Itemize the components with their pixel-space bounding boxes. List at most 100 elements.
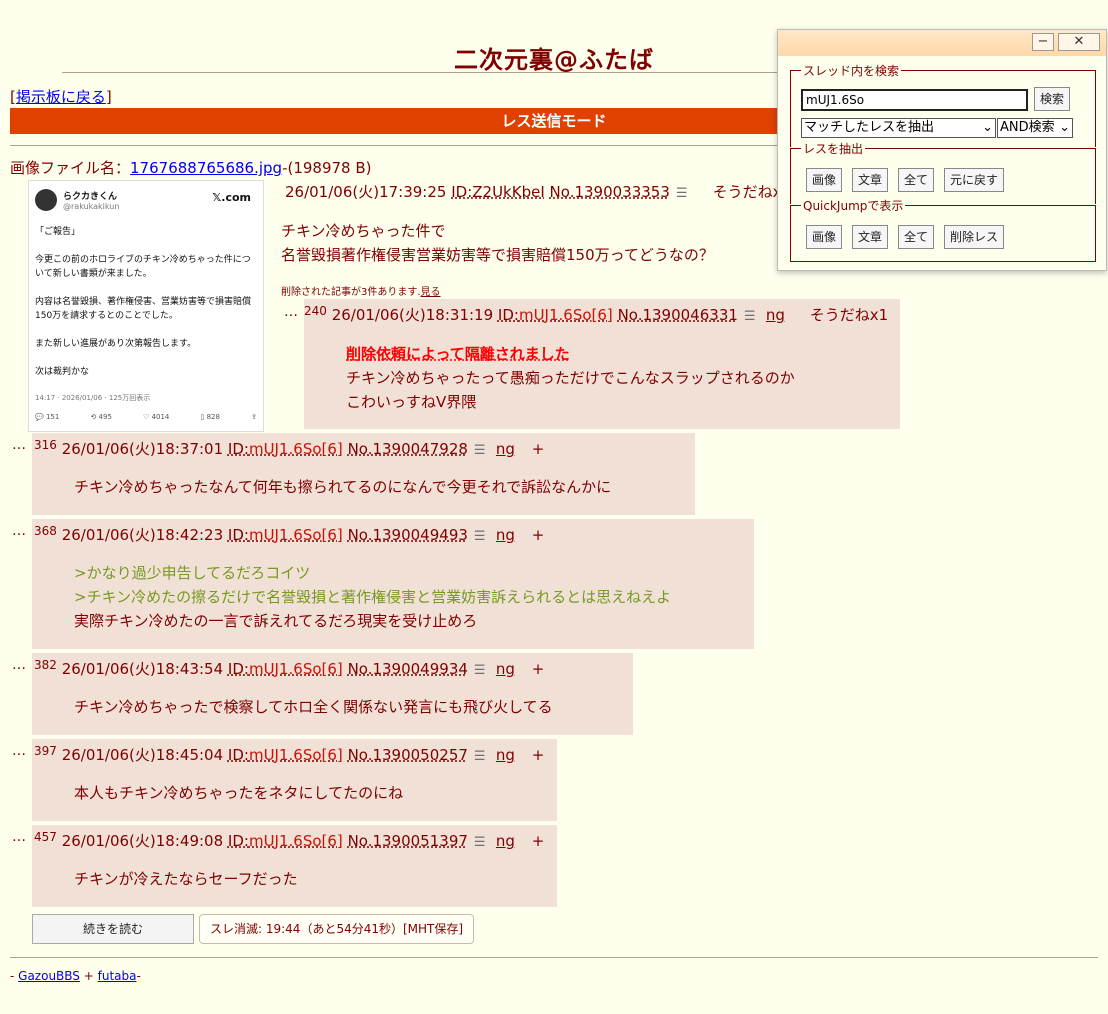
- ng-link[interactable]: ng: [496, 832, 515, 850]
- reply-body: チキン冷めちゃったで検察してホロ全く関係ない発言にも飛び火してる: [74, 695, 553, 719]
- reply-header: 397 26/01/06(火)18:45:04 ID:mUJ1.6So[6] N…: [34, 744, 544, 765]
- back-to-board-link[interactable]: 掲示板に戻る: [16, 88, 106, 106]
- thumb-stats: 💬 151 ⟲ 495 ♡ 4014 ▯ 828 ⇪: [35, 413, 257, 421]
- sodane-plus-button[interactable]: +: [532, 832, 545, 850]
- reply-header: 382 26/01/06(火)18:43:54 ID:mUJ1.6So[6] N…: [34, 658, 544, 679]
- op-body: チキン冷めちゃった件で 名誉毀損著作権侵害営業妨害等で損害賠償150万ってどうな…: [281, 219, 714, 267]
- op-line: チキン冷めちゃった件で: [281, 222, 446, 240]
- quote-line: >チキン冷めたの擦るだけで名誉毀損と著作権侵害と営業妨害訴えられるとは思えねえよ: [74, 588, 672, 606]
- menu-icon[interactable]: ☰: [474, 443, 486, 458]
- extract-fieldset: レスを抽出 画像 文章 全て 元に戻す: [790, 140, 1096, 204]
- jump-image-button[interactable]: 画像: [806, 225, 842, 249]
- reply-no[interactable]: No.1390051397: [348, 832, 468, 850]
- reply-368: 368 26/01/06(火)18:42:23 ID:mUJ1.6So[6] N…: [32, 519, 754, 649]
- x-logo-icon: 𝕏.com: [212, 191, 251, 204]
- op-number[interactable]: No.1390033353: [550, 183, 670, 201]
- jump-deleted-button[interactable]: 削除レス: [944, 225, 1004, 249]
- sodane-button[interactable]: そうだねx1: [810, 306, 888, 324]
- reply-line: チキン冷めちゃったなんて何年も擦られてるのになんで今更それで訴訟なんかに: [74, 478, 612, 496]
- reply-no[interactable]: No.1390047928: [348, 440, 468, 458]
- back-nav: [掲示板に戻る]: [10, 88, 112, 106]
- search-button[interactable]: 検索: [1034, 87, 1070, 111]
- reply-line: こわいっすねV界隈: [346, 393, 477, 411]
- reply-id[interactable]: ID:mUJ1.6So[6]: [228, 660, 343, 678]
- reply-dots: …: [12, 743, 26, 759]
- restore-button[interactable]: 元に戻す: [944, 168, 1004, 192]
- reply-240: 240 26/01/06(火)18:31:19 ID:mUJ1.6So[6] N…: [304, 299, 900, 429]
- share-icon: ⇪: [251, 413, 257, 421]
- ng-link[interactable]: ng: [496, 746, 515, 764]
- reply-id[interactable]: ID:mUJ1.6So[6]: [228, 440, 343, 458]
- ng-link[interactable]: ng: [496, 526, 515, 544]
- reply-number: 457: [34, 830, 57, 844]
- thread-expire-info[interactable]: スレ消滅: 19:44（あと54分41秒）[MHT保存]: [199, 914, 475, 944]
- close-icon[interactable]: ✕: [1058, 33, 1100, 51]
- thumb-meta: 14:17 · 2026/01/06 · 125万回表示: [35, 394, 151, 402]
- file-link[interactable]: 1767688765686.jpg: [130, 159, 282, 177]
- op-id[interactable]: ID:Z2UkKbeI: [451, 183, 545, 201]
- search-fieldset: スレッド内を検索 mUJ1.6So 検索 マッチしたレスを抽出 ⌄ AND検索 ⌄: [790, 62, 1096, 147]
- search-input[interactable]: mUJ1.6So: [801, 89, 1028, 111]
- reply-no[interactable]: No.1390050257: [348, 746, 468, 764]
- chevron-down-icon: ⌄: [982, 120, 993, 135]
- reply-id[interactable]: ID:mUJ1.6So[6]: [228, 526, 343, 544]
- menu-icon[interactable]: ☰: [474, 835, 486, 850]
- deleted-note: 削除された記事が3件あります.見る: [281, 287, 441, 298]
- file-label: 画像ファイル名：: [10, 159, 131, 177]
- ng-link[interactable]: ng: [766, 306, 785, 324]
- reply-number: 397: [34, 744, 57, 758]
- match-mode-select[interactable]: マッチしたレスを抽出 ⌄: [801, 118, 996, 138]
- extract-all-button[interactable]: 全て: [898, 168, 934, 192]
- ng-link[interactable]: ng: [496, 660, 515, 678]
- reply-header: 368 26/01/06(火)18:42:23 ID:mUJ1.6So[6] N…: [34, 524, 544, 545]
- reply-no[interactable]: No.1390046331: [618, 306, 738, 324]
- footer: - GazouBBS + futaba-: [10, 969, 141, 983]
- repost-count: ⟲ 495: [90, 413, 112, 421]
- jump-all-button[interactable]: 全て: [898, 225, 934, 249]
- sodane-plus-button[interactable]: +: [532, 440, 545, 458]
- reply-line: チキンが冷えたならセーフだった: [74, 870, 298, 888]
- extract-image-button[interactable]: 画像: [806, 168, 842, 192]
- reply-id[interactable]: ID:mUJ1.6So[6]: [228, 832, 343, 850]
- show-deleted-link[interactable]: 見る: [421, 287, 441, 298]
- futaba-link[interactable]: futaba: [98, 969, 137, 983]
- read-more-button[interactable]: 続きを読む: [32, 914, 194, 944]
- gazoubbs-link[interactable]: GazouBBS: [18, 969, 80, 983]
- sodane-plus-button[interactable]: +: [532, 660, 545, 678]
- reply-no[interactable]: No.1390049493: [348, 526, 468, 544]
- extract-legend: レスを抽出: [801, 140, 866, 157]
- reply-header: 457 26/01/06(火)18:49:08 ID:mUJ1.6So[6] N…: [34, 830, 544, 851]
- menu-icon[interactable]: ☰: [744, 309, 756, 324]
- reply-number: 316: [34, 438, 57, 452]
- op-thumbnail[interactable]: らクカきくん @rakukakikun 𝕏.com 「ご報告」 今更この前のホロ…: [28, 180, 264, 432]
- reply-header: 240 26/01/06(火)18:31:19 ID:mUJ1.6So[6] N…: [304, 304, 888, 325]
- reply-457: 457 26/01/06(火)18:49:08 ID:mUJ1.6So[6] N…: [32, 825, 557, 907]
- menu-icon[interactable]: ☰: [474, 529, 486, 544]
- thumb-handle: @rakukakikun: [63, 202, 120, 211]
- op-header: 26/01/06(火)17:39:25 ID:Z2UkKbeI No.13900…: [285, 181, 791, 202]
- op-line: 名誉毀損著作権侵害営業妨害等で損害賠償150万ってどうなの？: [281, 246, 714, 264]
- bookmark-count: ▯ 828: [200, 413, 220, 421]
- menu-icon[interactable]: ☰: [474, 663, 486, 678]
- reply-header: 316 26/01/06(火)18:37:01 ID:mUJ1.6So[6] N…: [34, 438, 544, 459]
- menu-icon[interactable]: ☰: [676, 186, 688, 201]
- reply-no[interactable]: No.1390049934: [348, 660, 468, 678]
- quickjump-fieldset: QuickJumpで表示 画像 文章 全て 削除レス: [790, 197, 1096, 262]
- logic-select[interactable]: AND検索 ⌄: [997, 118, 1073, 138]
- jump-text-button[interactable]: 文章: [852, 225, 888, 249]
- sodane-plus-button[interactable]: +: [532, 526, 545, 544]
- reply-id[interactable]: ID:mUJ1.6So[6]: [498, 306, 613, 324]
- extract-text-button[interactable]: 文章: [852, 168, 888, 192]
- panel-titlebar[interactable]: − ✕: [778, 30, 1106, 56]
- reply-382: 382 26/01/06(火)18:43:54 ID:mUJ1.6So[6] N…: [32, 653, 633, 735]
- quickjump-legend: QuickJumpで表示: [801, 197, 906, 214]
- menu-icon[interactable]: ☰: [474, 749, 486, 764]
- sodane-plus-button[interactable]: +: [532, 746, 545, 764]
- file-size: -(198978 B): [282, 159, 372, 177]
- reply-line: 実際チキン冷めたの一言で訴えれてるだろ現実を受け止めろ: [74, 612, 478, 630]
- minimize-icon[interactable]: −: [1032, 33, 1054, 51]
- reply-line: チキン冷めちゃったって愚痴っただけでこんなスラップされるのか: [346, 369, 795, 387]
- chevron-down-icon: ⌄: [1059, 120, 1070, 135]
- reply-id[interactable]: ID:mUJ1.6So[6]: [228, 746, 343, 764]
- ng-link[interactable]: ng: [496, 440, 515, 458]
